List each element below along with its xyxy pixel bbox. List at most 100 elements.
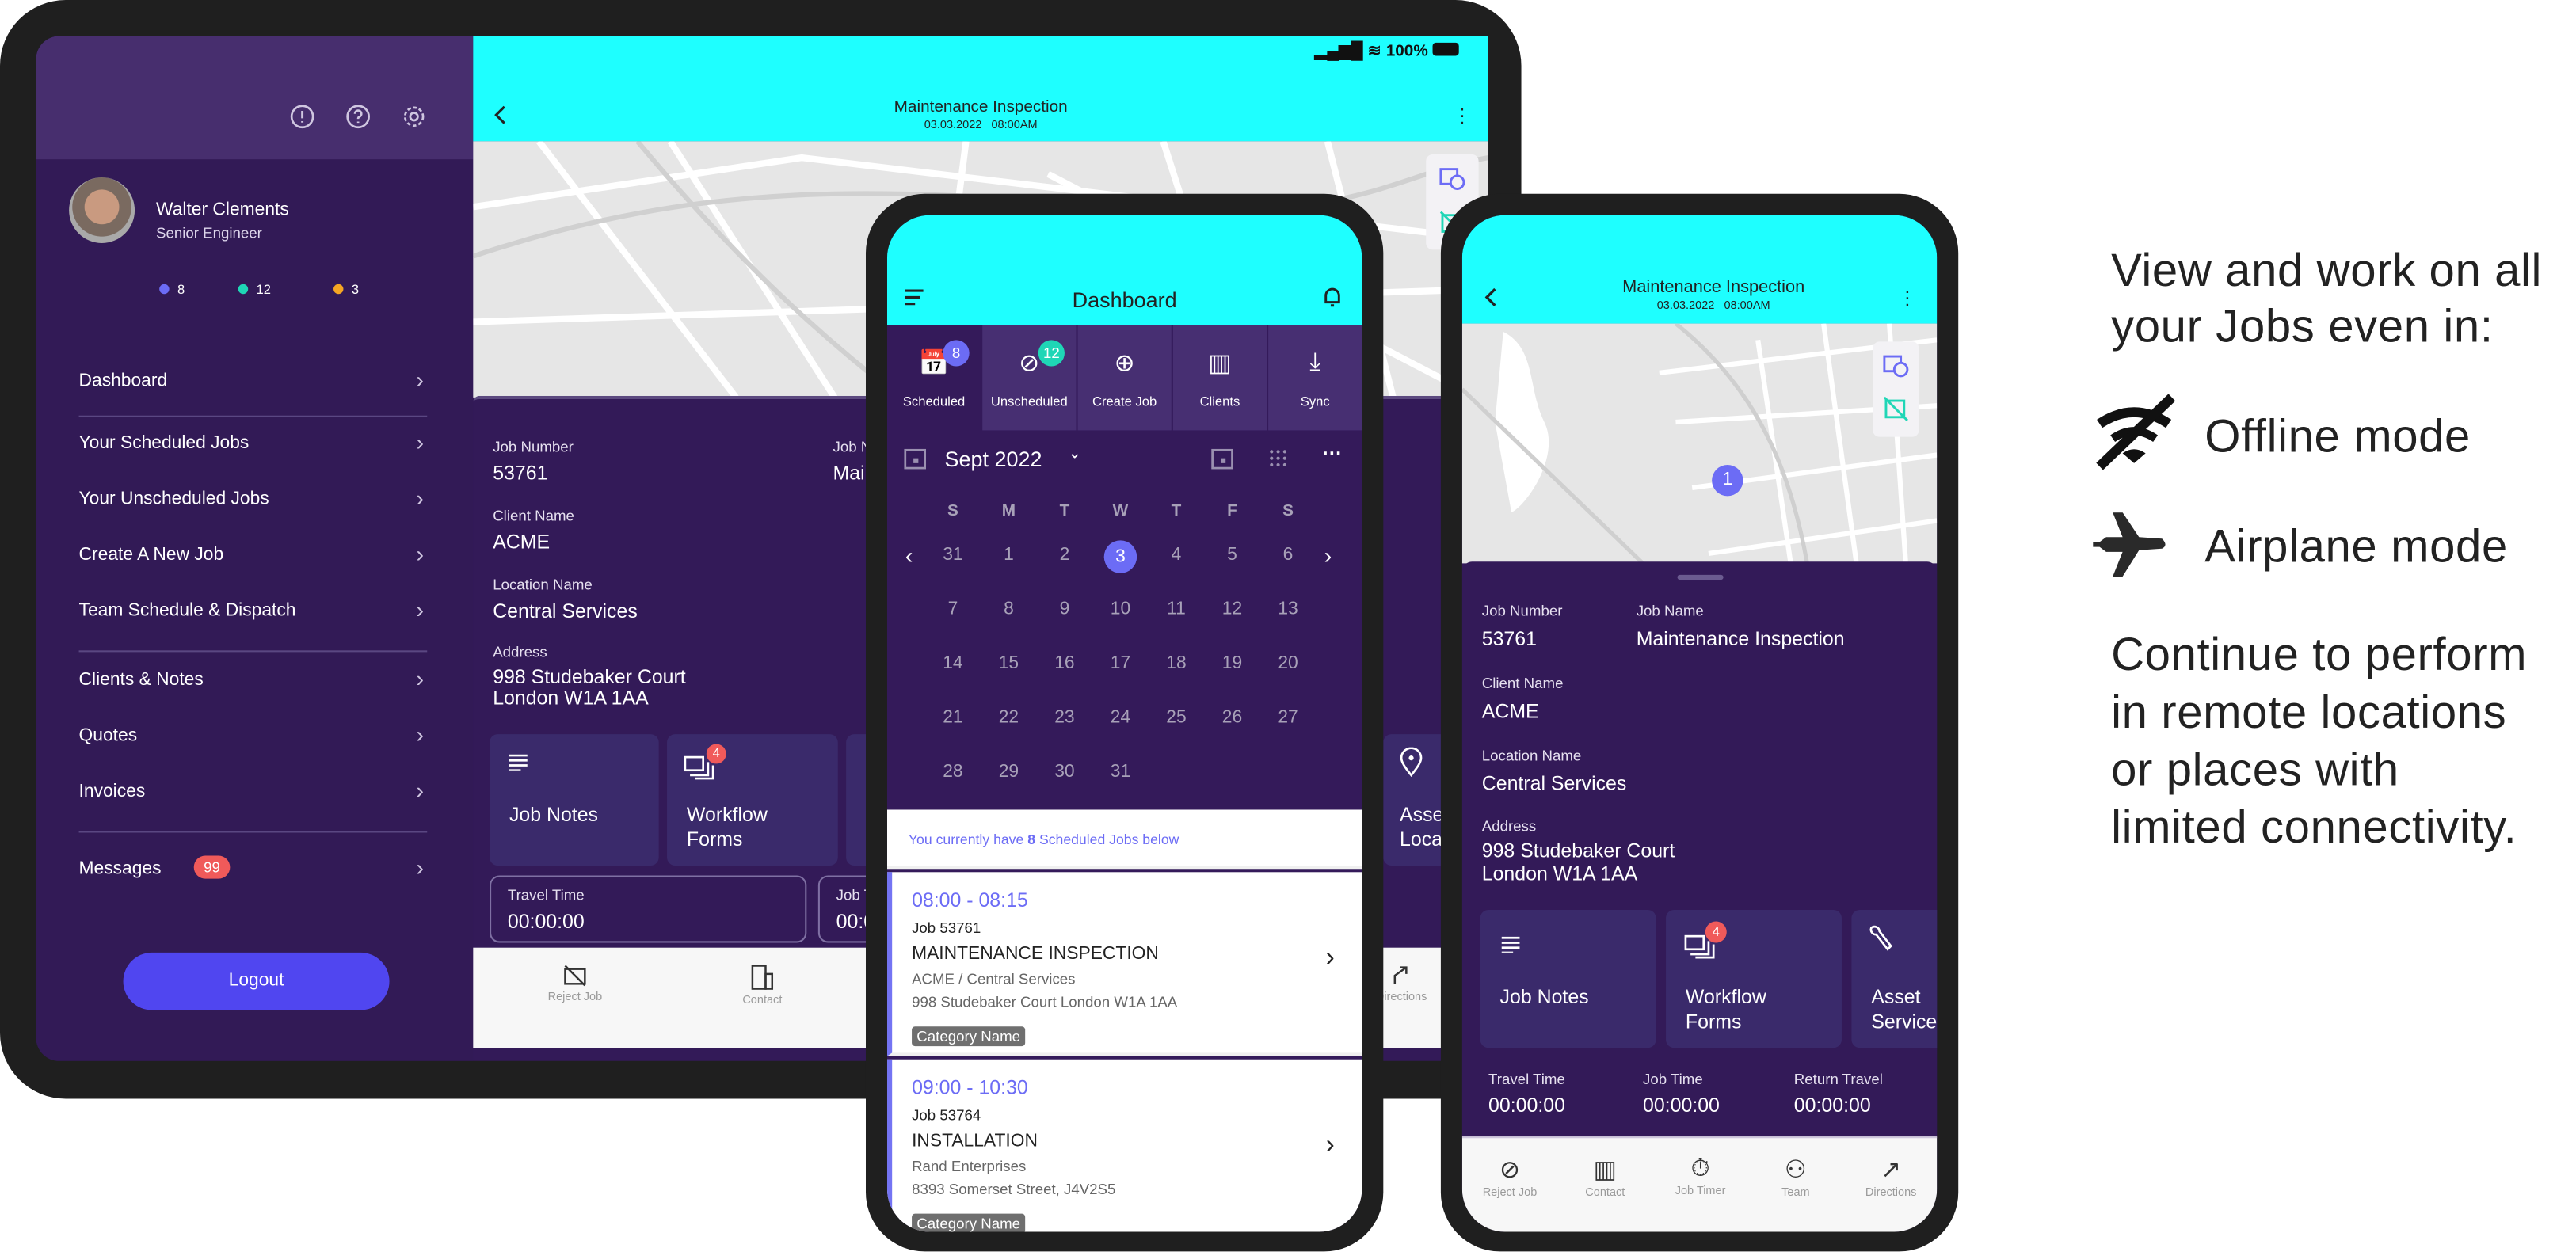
calendar-day[interactable]: 17 bbox=[1101, 653, 1141, 673]
calendar-day[interactable]: 28 bbox=[933, 762, 973, 782]
calendar-day[interactable]: 10 bbox=[1101, 599, 1141, 619]
prev-week-icon[interactable]: ‹ bbox=[905, 542, 913, 568]
toolbar-create-job[interactable]: ⊕ Create Job bbox=[1077, 325, 1172, 431]
drag-handle[interactable] bbox=[1677, 574, 1724, 580]
sidebar-item-messages[interactable]: Messages 99 › bbox=[79, 854, 431, 889]
sidebar-item-clients-notes[interactable]: Clients & Notes › bbox=[79, 665, 431, 699]
location-pin-icon bbox=[1400, 747, 1423, 778]
unscheduled-calendar-icon[interactable] bbox=[1883, 396, 1909, 422]
calendar-day[interactable]: 24 bbox=[1101, 708, 1141, 728]
calendar-day[interactable]: 27 bbox=[1268, 708, 1308, 728]
calendar-day[interactable]: 12 bbox=[1213, 599, 1252, 619]
today-icon[interactable] bbox=[1211, 447, 1234, 470]
more-options-icon[interactable]: ··· bbox=[1323, 442, 1343, 465]
calendar-day[interactable]: 21 bbox=[933, 708, 973, 728]
chevron-right-icon: › bbox=[416, 596, 425, 623]
calendar-day[interactable]: 30 bbox=[1045, 762, 1084, 782]
sidebar-item-invoices[interactable]: Invoices › bbox=[79, 777, 431, 811]
unscheduled-count: 12 bbox=[238, 283, 271, 297]
timer-label: Return Travel bbox=[1793, 1071, 1883, 1087]
nav-job-timer[interactable]: ⏱ Job Timer bbox=[1661, 1155, 1740, 1197]
calendar-day[interactable]: 11 bbox=[1157, 599, 1196, 619]
toolbar-sync[interactable]: ⤓ Sync bbox=[1268, 325, 1362, 431]
divider bbox=[78, 831, 428, 833]
category-chip: Category Name bbox=[912, 1026, 1026, 1047]
job-notes-tile[interactable]: Job Notes bbox=[490, 734, 659, 866]
help-icon[interactable] bbox=[345, 104, 372, 130]
job-title: INSTALLATION bbox=[912, 1131, 1038, 1151]
address-line-2: London W1A 1AA bbox=[493, 686, 649, 710]
calendar-day[interactable]: 5 bbox=[1213, 546, 1252, 565]
sidebar-item-dashboard[interactable]: Dashboard › bbox=[79, 367, 431, 401]
calendar-day[interactable]: 31 bbox=[1101, 762, 1141, 782]
nav-reject-job[interactable]: Reject Job bbox=[539, 964, 611, 1003]
logout-button[interactable]: Logout bbox=[123, 952, 390, 1010]
calendar-day[interactable]: 23 bbox=[1045, 708, 1084, 728]
nav-directions[interactable]: ↗ Directions bbox=[1851, 1155, 1930, 1199]
calendar-day[interactable]: 20 bbox=[1268, 653, 1308, 673]
map-pin[interactable]: 1 bbox=[1712, 464, 1743, 497]
calendar-day[interactable]: 16 bbox=[1045, 653, 1084, 673]
sidebar-item-quotes[interactable]: Quotes › bbox=[79, 721, 431, 755]
sidebar-item-your-unscheduled-jobs[interactable]: Your Unscheduled Jobs › bbox=[79, 485, 431, 519]
calendar-day[interactable]: 7 bbox=[933, 599, 973, 619]
divider bbox=[78, 650, 428, 653]
alert-icon[interactable] bbox=[289, 104, 315, 130]
toolbar-unscheduled[interactable]: ⊘ Unscheduled 12 bbox=[982, 325, 1077, 431]
calendar-icon[interactable] bbox=[904, 447, 927, 470]
bell-icon[interactable] bbox=[1323, 286, 1343, 309]
nav-team[interactable]: ⚇ Team bbox=[1756, 1155, 1835, 1199]
sidebar-item-team-schedule-dispatch[interactable]: Team Schedule & Dispatch › bbox=[79, 596, 431, 630]
job-notes-tile[interactable]: Job Notes bbox=[1480, 909, 1656, 1048]
settings-icon[interactable] bbox=[401, 104, 427, 130]
sidebar-item-your-scheduled-jobs[interactable]: Your Scheduled Jobs › bbox=[79, 428, 431, 463]
job-list-item[interactable]: 08:00 - 08:15 Job 53761 MAINTENANCE INSPEC… bbox=[886, 872, 1362, 1056]
calendar-day[interactable]: 9 bbox=[1045, 599, 1084, 619]
scheduled-calendar-icon[interactable] bbox=[1883, 352, 1909, 378]
summary-prefix: You currently have bbox=[908, 831, 1028, 848]
tile-label: Job Notes bbox=[509, 803, 599, 827]
chevron-right-icon[interactable]: › bbox=[1326, 1132, 1335, 1161]
calendar-day[interactable]: 31 bbox=[933, 546, 973, 565]
toolbar-scheduled[interactable]: 📅 Scheduled 8 bbox=[886, 325, 981, 431]
next-week-icon[interactable]: › bbox=[1324, 542, 1332, 568]
calendar-day[interactable]: 6 bbox=[1268, 546, 1308, 565]
calendar-day[interactable]: 29 bbox=[989, 762, 1029, 782]
calendar-month[interactable]: Sept 2022 bbox=[945, 447, 1042, 471]
workflow-forms-tile[interactable]: 4 Workflow Forms bbox=[1666, 909, 1842, 1048]
intro-line-1: View and work on all bbox=[2111, 245, 2543, 296]
workflow-forms-tile[interactable]: 4 Workflow Forms bbox=[667, 734, 838, 866]
nav-contact[interactable]: ▥ Contact bbox=[1566, 1155, 1645, 1199]
nav-reject-job[interactable]: ⊘ Reject Job bbox=[1470, 1155, 1549, 1199]
calendar-day[interactable]: 14 bbox=[933, 653, 973, 673]
calendar-day[interactable]: 18 bbox=[1157, 653, 1196, 673]
grid-view-icon[interactable] bbox=[1268, 448, 1288, 468]
more-icon[interactable]: · · · bbox=[1459, 98, 1465, 131]
calendar-day[interactable]: 19 bbox=[1213, 653, 1252, 673]
asset-service-tile[interactable]: Asset Service bbox=[1851, 909, 1938, 1048]
more-icon[interactable]: · · · bbox=[1904, 281, 1911, 314]
nav-contact[interactable]: Contact bbox=[726, 964, 798, 1007]
job-list-item[interactable]: 09:00 - 10:30 Job 53764 INSTALLATION Rand E… bbox=[886, 1059, 1362, 1232]
calendar-day[interactable]: 13 bbox=[1268, 599, 1308, 619]
toolbar-label: Clients bbox=[1199, 394, 1240, 409]
calendar-day[interactable]: 1 bbox=[989, 546, 1029, 565]
calendar-day[interactable]: 8 bbox=[989, 599, 1029, 619]
map[interactable]: 1 bbox=[1461, 323, 1938, 564]
toolbar-clients[interactable]: ▥ Clients bbox=[1172, 325, 1267, 431]
calendar-day[interactable]: 4 bbox=[1157, 546, 1196, 565]
calendar-day[interactable]: 26 bbox=[1213, 708, 1252, 728]
calendar-day[interactable]: 2 bbox=[1045, 546, 1084, 565]
calendar-day[interactable]: 15 bbox=[989, 653, 1029, 673]
sidebar-item-create-a-new-job[interactable]: Create A New Job › bbox=[79, 540, 431, 575]
calendar-day-selected[interactable]: 3 bbox=[1103, 540, 1137, 573]
job-bottom-nav: ⊘ Reject Job ▥ Contact ⏱ Job Timer ⚇ Team ↗ Direc… bbox=[1461, 1136, 1938, 1232]
forms-badge: 4 bbox=[1705, 921, 1727, 943]
scheduled-calendar-icon[interactable] bbox=[1439, 164, 1465, 190]
month-dropdown-icon[interactable]: ⌄ bbox=[1068, 445, 1081, 463]
calendar-day[interactable]: 22 bbox=[989, 708, 1029, 728]
chevron-right-icon[interactable]: › bbox=[1326, 945, 1335, 974]
job-number: 53761 bbox=[1481, 627, 1537, 651]
calendar-day[interactable]: 25 bbox=[1157, 708, 1196, 728]
avatar bbox=[69, 177, 135, 243]
